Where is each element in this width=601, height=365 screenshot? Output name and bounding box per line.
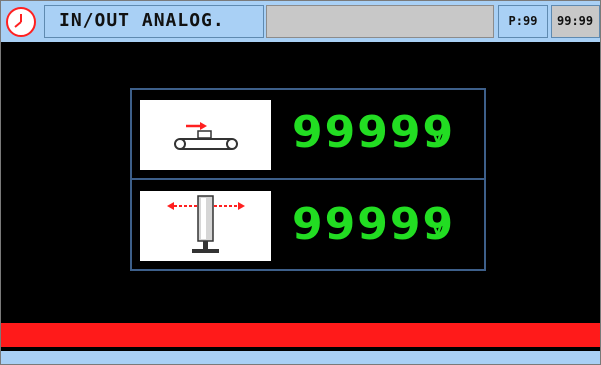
clock-icon (14, 14, 22, 28)
panel-divider (132, 178, 484, 180)
conveyor-icon-box[interactable] (140, 100, 271, 170)
analog-unit-1: V (432, 130, 443, 146)
conveyor-icon (174, 122, 238, 150)
analog-value-2: 99999 (292, 199, 456, 250)
hmi-screen: IN/OUT ANALOG. P:99 99:99 99999 V 99999 … (0, 0, 601, 365)
header-bar: IN/OUT ANALOG. P:99 99:99 (1, 1, 600, 42)
page-title-box: IN/OUT ANALOG. (44, 5, 264, 38)
page-title: IN/OUT ANALOG. (59, 10, 225, 31)
message-bar (1, 351, 600, 364)
vertical-axis-icon (167, 195, 245, 253)
vertical-axis-icon-box[interactable] (140, 191, 271, 261)
status-field (266, 5, 494, 38)
time-indicator[interactable]: 99:99 (551, 5, 600, 38)
program-indicator[interactable]: P:99 (498, 5, 548, 38)
analog-panel: 99999 V 99999 V (130, 88, 486, 271)
clock-button[interactable] (6, 7, 36, 37)
alarm-bar[interactable] (1, 323, 600, 347)
analog-unit-2: V (432, 222, 443, 238)
analog-value-1: 99999 (292, 107, 456, 158)
